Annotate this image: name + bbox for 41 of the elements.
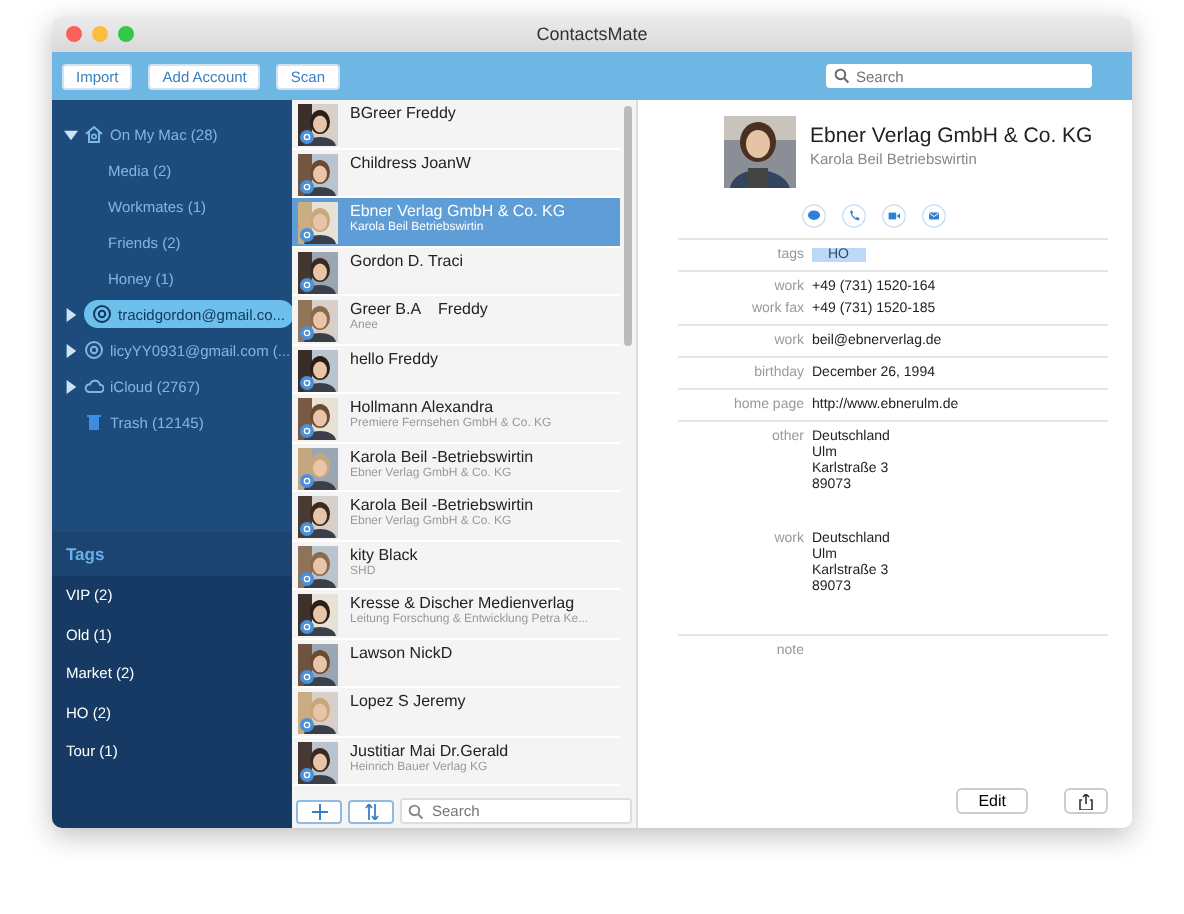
contact-row[interactable]: Gordon D. Traci <box>292 247 620 296</box>
contact-name: Greer B.A Freddy <box>350 300 488 318</box>
contact-name: Karola Beil -Betriebswirtin <box>350 447 534 465</box>
contact-name: Gordon D. Traci <box>350 251 463 269</box>
window-title: ContactsMate <box>536 24 648 44</box>
disclosure-triangle-icon[interactable] <box>64 343 78 357</box>
message-icon[interactable] <box>801 204 825 228</box>
disclosure-triangle-icon[interactable] <box>64 379 78 393</box>
trash-icon <box>84 412 104 432</box>
phone-icon[interactable] <box>841 204 865 228</box>
disclosure-triangle-icon[interactable] <box>64 127 78 141</box>
contact-row[interactable]: Lawson NickD <box>292 639 620 688</box>
contact-name: Childress JoanW <box>350 153 471 171</box>
contact-name: Hollmann Alexandra <box>350 398 496 416</box>
mail-icon[interactable] <box>921 204 945 228</box>
contact-name: Lawson NickD <box>350 643 453 661</box>
tags-header: Tags <box>52 532 292 576</box>
contact-name: hello Freddy <box>350 349 439 367</box>
contact-name: BGreer Freddy <box>350 104 456 122</box>
sort-button[interactable] <box>348 799 394 823</box>
contact-name: Ebner Verlag GmbH & Co. KG <box>350 202 566 220</box>
contact-row[interactable]: Lopez S Jeremy <box>292 688 620 737</box>
add-button[interactable] <box>296 799 342 823</box>
sort-icon <box>363 803 379 819</box>
scrollbar-thumb[interactable] <box>624 106 632 346</box>
contact-row[interactable]: BGreer Freddy <box>292 100 620 149</box>
contact-name: Lopez S Jeremy <box>350 692 466 710</box>
home-icon <box>84 124 104 144</box>
edit-button[interactable]: Edit <box>956 788 1028 814</box>
contact-name: kity Black <box>350 545 418 563</box>
contact-name: Karola Beil -Betriebswirtin <box>350 496 534 514</box>
plus-icon <box>311 803 327 819</box>
video-icon[interactable] <box>881 204 905 228</box>
contact-name: Kresse & Discher Medienverlag <box>350 594 577 612</box>
contact-name: Justitiar Mai Dr.Gerald <box>350 741 509 759</box>
disclosure-triangle-icon[interactable] <box>64 307 78 321</box>
contact-row[interactable]: hello Freddy <box>292 345 620 394</box>
cloud-icon <box>84 376 104 396</box>
contact-title: Ebner Verlag GmbH & Co. KG <box>810 124 1093 148</box>
share-button[interactable] <box>1064 788 1108 814</box>
share-icon <box>1078 793 1094 809</box>
